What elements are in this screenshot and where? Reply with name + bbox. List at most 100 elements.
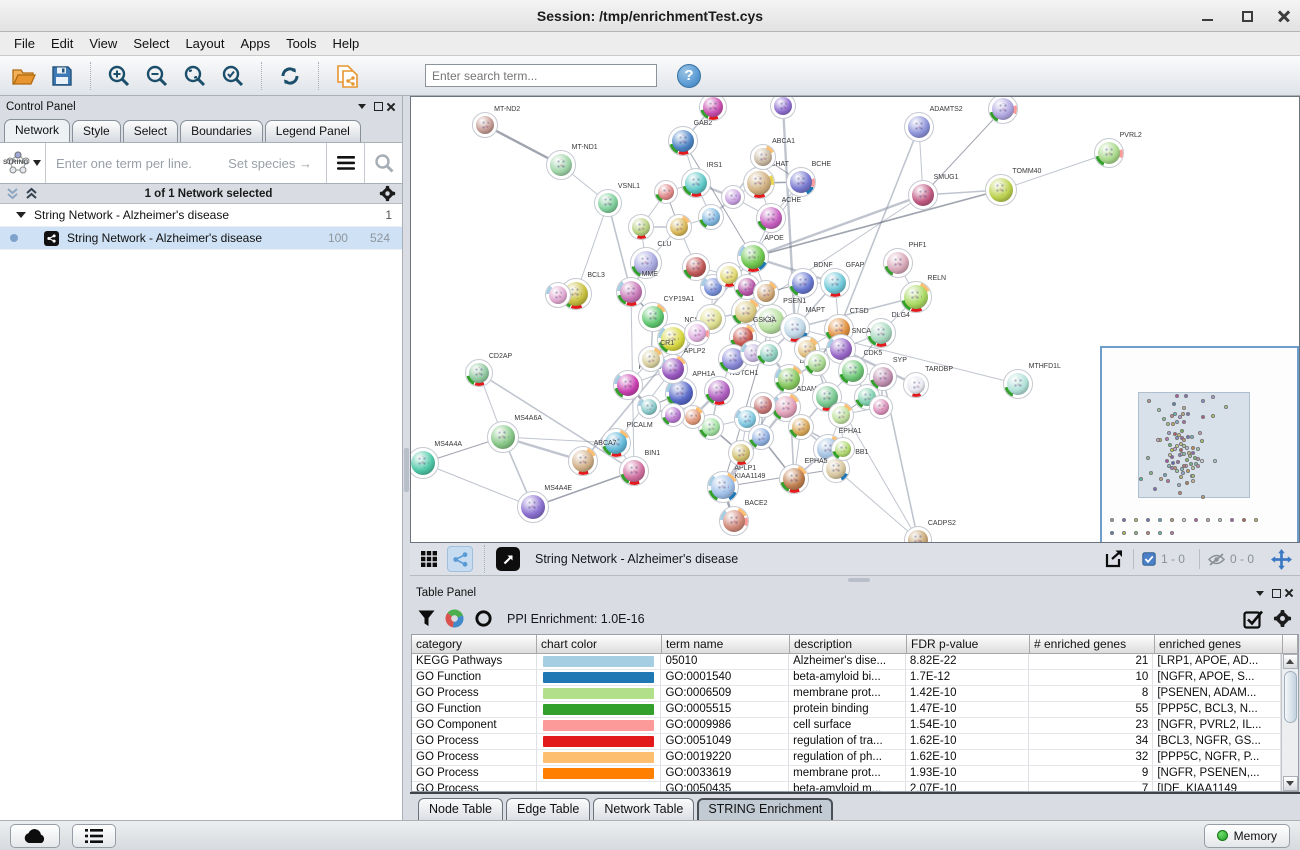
expand-all-icon[interactable]: [25, 187, 38, 200]
close-button[interactable]: [1276, 8, 1292, 24]
panel-float-button[interactable]: [370, 100, 386, 114]
splitter-grip[interactable]: [404, 448, 409, 492]
table-row[interactable]: GO ProcessGO:0033619membrane prot...1.93…: [412, 766, 1281, 782]
column-header--enriched-genes[interactable]: # enriched genes: [1030, 635, 1155, 654]
panel-menu-button[interactable]: [354, 100, 370, 114]
zoom-fit-button[interactable]: [179, 60, 211, 92]
panel-close-button[interactable]: [386, 102, 396, 112]
network-node[interactable]: [698, 204, 724, 230]
vertical-scrollbar[interactable]: [1281, 654, 1298, 791]
column-header-category[interactable]: category: [412, 635, 537, 654]
network-node-notch1[interactable]: NOTCH1: [704, 376, 734, 406]
menu-item-file[interactable]: File: [6, 34, 43, 53]
table-row[interactable]: GO ProcessGO:0019220regulation of ph...1…: [412, 750, 1281, 766]
zoom-selected-button[interactable]: [217, 60, 249, 92]
grid-view-button[interactable]: [416, 546, 442, 572]
network-node-irs1[interactable]: IRS1: [681, 168, 711, 198]
pan-navigation-button[interactable]: [1268, 546, 1294, 572]
gear-icon[interactable]: [379, 185, 396, 202]
network-node-abca1[interactable]: ABCA1: [750, 144, 776, 170]
column-header-chart-color[interactable]: chart color: [537, 635, 662, 654]
string-options-button[interactable]: [326, 143, 364, 183]
network-share-view-button[interactable]: [447, 546, 473, 572]
network-node[interactable]: [721, 185, 745, 209]
menu-item-apps[interactable]: Apps: [233, 34, 279, 53]
tab-string-enrichment[interactable]: STRING Enrichment: [697, 798, 833, 820]
tab-network[interactable]: Network: [4, 119, 70, 142]
network-node-aplp1[interactable]: APLP1 KIAA1149: [707, 471, 739, 503]
open-session-button[interactable]: [8, 60, 40, 92]
network-node[interactable]: [666, 214, 692, 240]
tab-node-table[interactable]: Node Table: [418, 798, 503, 820]
menu-item-view[interactable]: View: [81, 34, 125, 53]
network-node[interactable]: [728, 440, 754, 466]
network-node[interactable]: [545, 282, 571, 308]
tab-style[interactable]: Style: [72, 120, 121, 142]
network-node-pvrl2[interactable]: PVRL2: [1094, 138, 1124, 168]
column-header-fdr-p-value[interactable]: FDR p-value: [907, 635, 1030, 654]
help-button[interactable]: ?: [677, 64, 701, 88]
network-canvas[interactable]: MT-ND2MT-ND1VSNL1GAB2ADAMTS2PVRL2SMUG1TO…: [410, 96, 1300, 543]
network-node-ms4a6a[interactable]: MS4A6A: [487, 421, 519, 453]
network-node-bdnf[interactable]: BDNF: [788, 268, 818, 298]
network-node-gfap[interactable]: GFAP: [820, 268, 850, 298]
network-node-phf1[interactable]: PHF1: [883, 248, 913, 278]
string-search-button[interactable]: [364, 143, 402, 183]
network-node-chat[interactable]: CHAT: [743, 167, 775, 199]
memory-button[interactable]: Memory: [1204, 824, 1290, 848]
column-header-description[interactable]: description: [790, 635, 907, 654]
network-row-selected[interactable]: String Network - Alzheimer's disease 100…: [0, 227, 402, 250]
network-node-mthfd1l[interactable]: MTHFD1L: [1003, 369, 1033, 399]
network-node-vsnl1[interactable]: VSNL1: [594, 189, 622, 217]
network-node-abca7[interactable]: ABCA7: [568, 446, 598, 476]
tab-select[interactable]: Select: [123, 120, 178, 142]
cloud-status-button[interactable]: [10, 824, 60, 848]
menu-item-select[interactable]: Select: [125, 34, 177, 53]
horizontal-splitter[interactable]: [410, 576, 1300, 583]
set-species-button[interactable]: Set species →: [228, 156, 326, 171]
scroll-down-button[interactable]: [1283, 776, 1298, 791]
network-node-tardbp[interactable]: TARDBP: [903, 372, 929, 398]
network-node-smug1[interactable]: SMUG1: [908, 180, 938, 210]
string-database-selector[interactable]: STRING: [0, 143, 46, 183]
network-node-adamts2[interactable]: ADAMTS2: [904, 112, 934, 142]
network-node[interactable]: [661, 403, 685, 427]
scrollbar-track[interactable]: [1283, 669, 1298, 776]
selected-nodes-indicator[interactable]: 1 - 0: [1133, 549, 1193, 569]
table-row[interactable]: GO FunctionGO:0001540beta-amyloid bi...1…: [412, 670, 1281, 686]
maximize-button[interactable]: [1236, 6, 1258, 26]
menu-item-layout[interactable]: Layout: [177, 34, 232, 53]
column-header-term-name[interactable]: term name: [662, 635, 790, 654]
tab-legend-panel[interactable]: Legend Panel: [265, 120, 361, 142]
zoom-out-button[interactable]: [141, 60, 173, 92]
network-node-cr1[interactable]: CR1: [638, 346, 664, 372]
table-row[interactable]: GO ProcessGO:0006509membrane prot...1.42…: [412, 686, 1281, 702]
save-session-button[interactable]: [46, 60, 78, 92]
task-history-button[interactable]: [72, 824, 116, 848]
network-node[interactable]: [637, 395, 661, 419]
network-node-tomm40[interactable]: TOMM40: [985, 174, 1017, 206]
tree-caret-icon[interactable]: [16, 212, 26, 218]
network-node-cdk5[interactable]: CDK5: [838, 356, 868, 386]
detach-view-button[interactable]: [496, 547, 520, 571]
filter-icon[interactable]: [418, 610, 435, 627]
network-node[interactable]: [753, 280, 779, 306]
ring-chart-icon[interactable]: [474, 609, 493, 628]
network-node[interactable]: [628, 214, 654, 240]
minimize-button[interactable]: [1196, 6, 1218, 26]
menu-item-edit[interactable]: Edit: [43, 34, 81, 53]
network-node-bche[interactable]: BCHE: [786, 167, 816, 197]
string-query-input[interactable]: Enter one term per line.: [46, 156, 228, 171]
menu-item-tools[interactable]: Tools: [278, 34, 324, 53]
tab-network-table[interactable]: Network Table: [593, 798, 694, 820]
pie-chart-icon[interactable]: [445, 609, 464, 628]
table-row[interactable]: GO FunctionGO:0005515protein binding1.47…: [412, 702, 1281, 718]
table-row[interactable]: GO ProcessGO:0051049regulation of tra...…: [412, 734, 1281, 750]
refresh-button[interactable]: [274, 60, 306, 92]
scroll-up-button[interactable]: [1283, 654, 1298, 669]
tab-boundaries[interactable]: Boundaries: [180, 120, 263, 142]
network-node-bace2[interactable]: BACE2: [719, 506, 749, 536]
network-node[interactable]: [654, 180, 678, 204]
network-node-ppp5c[interactable]: PPP5C: [613, 370, 643, 400]
copy-network-button[interactable]: [331, 60, 363, 92]
